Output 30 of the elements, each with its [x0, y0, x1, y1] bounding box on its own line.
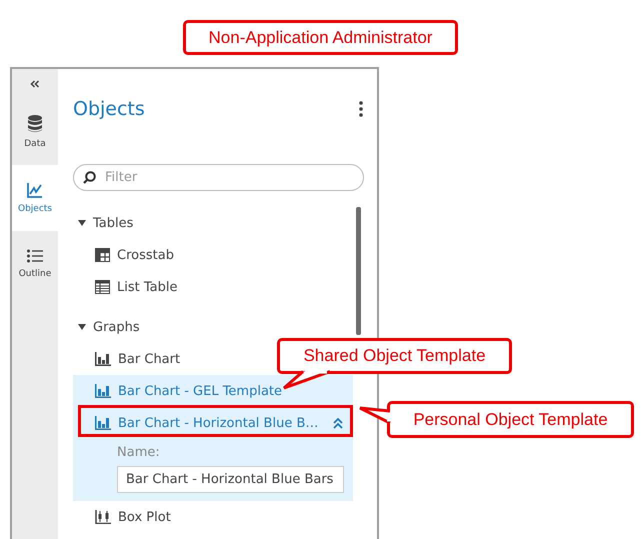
title-banner: Non-Application Administrator	[183, 20, 458, 55]
group-header[interactable]: Tables	[73, 207, 353, 239]
table-icon	[95, 280, 110, 294]
object-item[interactable]: Box Plot	[73, 501, 353, 533]
object-item[interactable]: Bar Chart - Horizontal Blue B…	[73, 407, 353, 439]
table-icon	[95, 248, 110, 262]
callout-pointer	[280, 370, 332, 390]
object-item[interactable]: List Table	[73, 271, 353, 303]
object-item[interactable]: Crosstab	[73, 239, 353, 271]
box-plot-icon	[95, 510, 111, 524]
sidebar-tab[interactable]: Objects	[12, 165, 58, 231]
list-icon	[27, 249, 43, 263]
callout-tooltip: Personal Object Template	[387, 401, 634, 438]
collapse-up-icon[interactable]	[333, 418, 343, 428]
filter-field[interactable]: Filter	[73, 164, 364, 191]
database-icon	[28, 115, 42, 133]
line-chart-icon	[27, 182, 43, 198]
field-label: Name:	[117, 445, 161, 460]
collapse-icon[interactable]	[30, 80, 40, 88]
bar-chart-icon	[95, 352, 111, 366]
search-icon	[83, 171, 96, 184]
name-field[interactable]: Bar Chart - Horizontal Blue Bars	[117, 466, 344, 493]
bar-chart-icon	[95, 416, 111, 430]
scrollbar[interactable]	[356, 207, 361, 335]
panel-title: Objects	[73, 98, 145, 120]
more-menu-icon[interactable]	[359, 101, 363, 117]
caret-down-icon	[78, 323, 86, 331]
object-item[interactable]: Bar Chart - GEL Template	[73, 375, 353, 407]
caret-down-icon	[78, 219, 86, 227]
bar-chart-icon	[95, 384, 111, 398]
